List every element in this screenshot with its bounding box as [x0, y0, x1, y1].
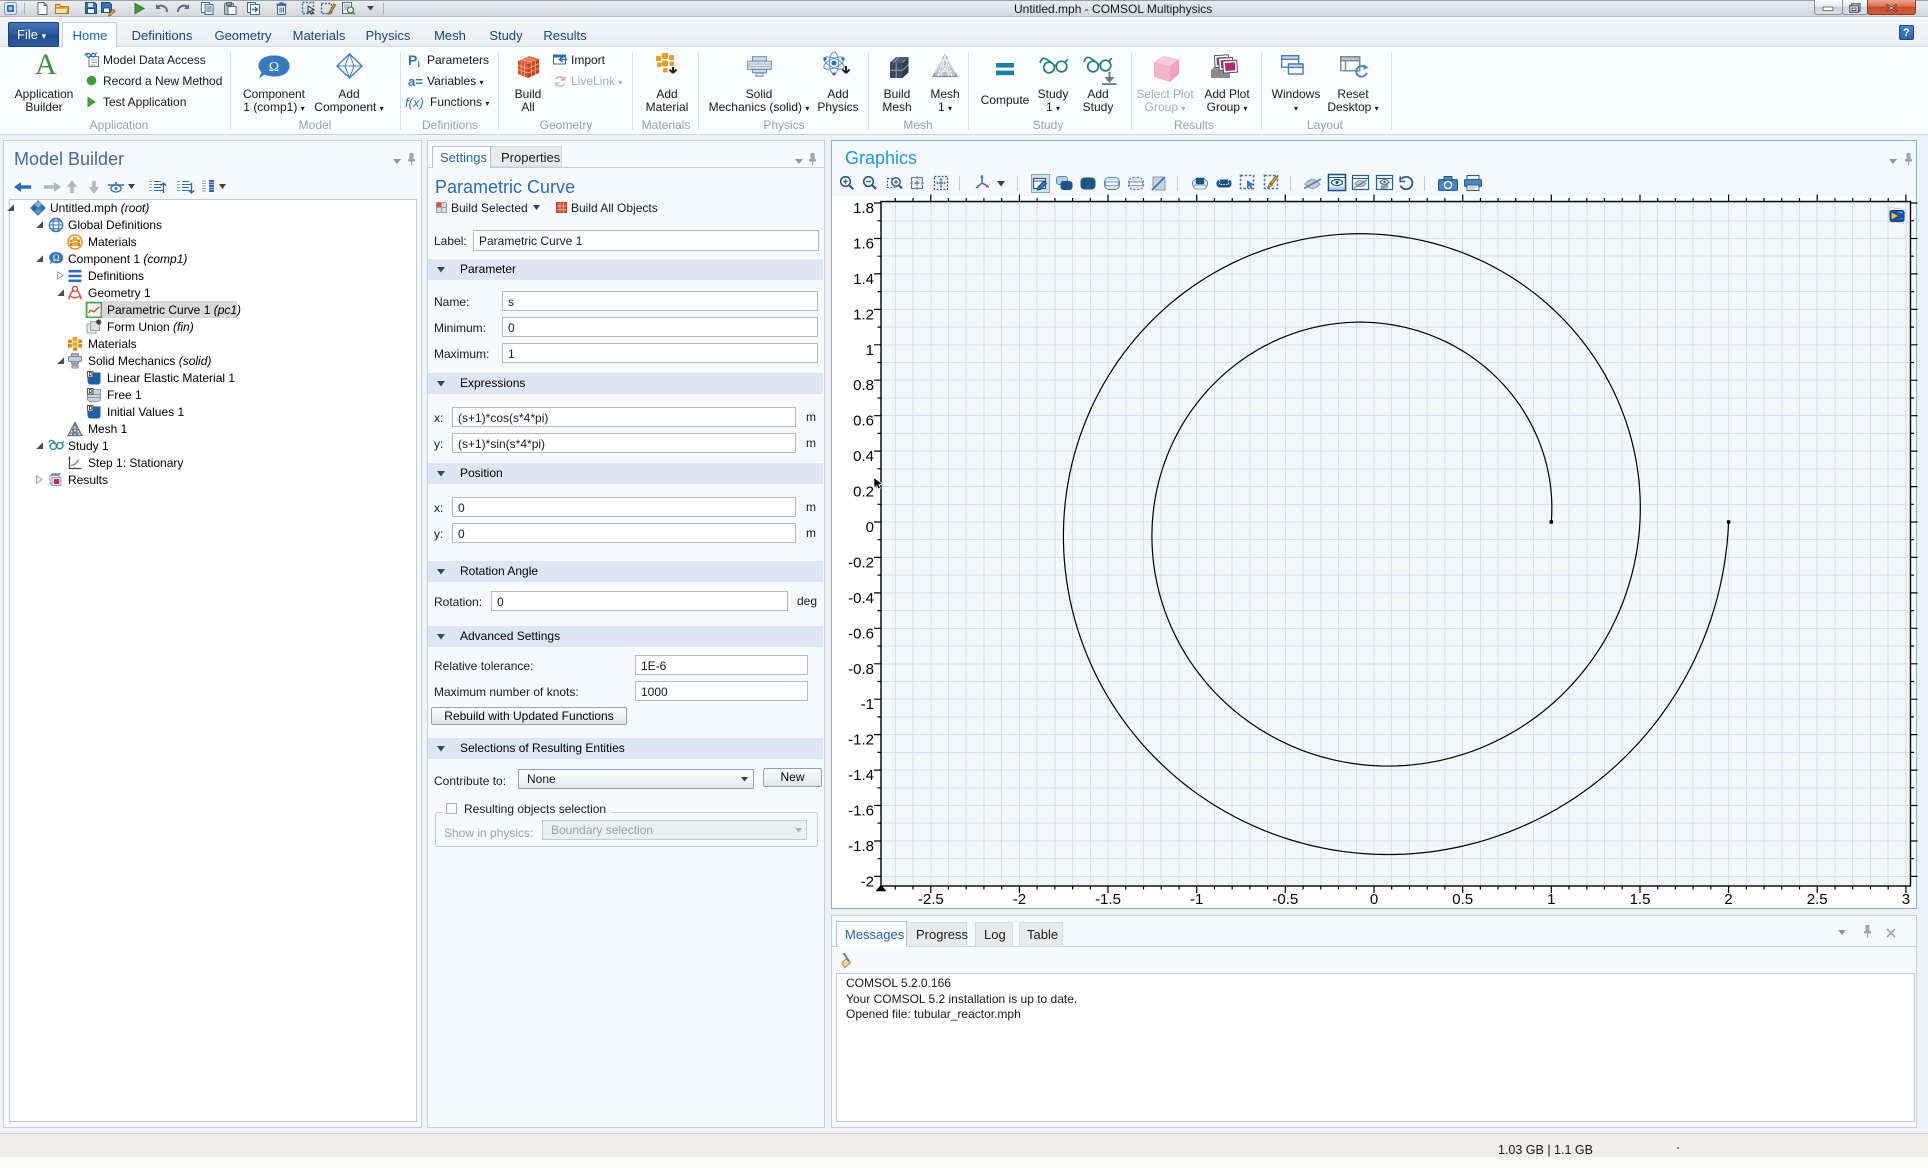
svg-text:1.5: 1.5: [1630, 891, 1651, 908]
svg-text:2: 2: [1724, 891, 1732, 908]
svg-text:-0.4: -0.4: [848, 590, 874, 607]
svg-text:-2: -2: [1013, 891, 1026, 908]
svg-text:-0.2: -0.2: [848, 554, 874, 571]
svg-text:-2: -2: [861, 873, 874, 890]
svg-text:3: 3: [1902, 891, 1910, 908]
svg-text:0.5: 0.5: [1452, 891, 1473, 908]
svg-text:0.6: 0.6: [853, 413, 874, 430]
svg-text:1.6: 1.6: [853, 236, 874, 253]
svg-text:1: 1: [1547, 891, 1555, 908]
svg-text:2.5: 2.5: [1807, 891, 1828, 908]
svg-text:-2.5: -2.5: [918, 891, 944, 908]
svg-text:1: 1: [866, 342, 874, 359]
svg-text:0: 0: [866, 519, 874, 536]
svg-text:1.8: 1.8: [853, 200, 874, 217]
svg-text:-0.8: -0.8: [848, 661, 874, 678]
svg-text:0.8: 0.8: [853, 377, 874, 394]
svg-text:0.2: 0.2: [853, 484, 874, 501]
svg-text:-1.5: -1.5: [1095, 891, 1121, 908]
svg-text:0.4: 0.4: [853, 448, 874, 465]
svg-text:-0.6: -0.6: [848, 625, 874, 642]
svg-text:-1: -1: [861, 696, 874, 713]
svg-text:-1: -1: [1190, 891, 1203, 908]
svg-text:1.4: 1.4: [853, 271, 874, 288]
svg-text:0: 0: [1370, 891, 1378, 908]
svg-text:-1.6: -1.6: [848, 803, 874, 820]
svg-text:-1.4: -1.4: [848, 767, 874, 784]
svg-text:1.2: 1.2: [853, 306, 874, 323]
svg-text:-0.5: -0.5: [1272, 891, 1298, 908]
svg-text:-1.8: -1.8: [848, 838, 874, 855]
svg-text:-1.2: -1.2: [848, 732, 874, 749]
